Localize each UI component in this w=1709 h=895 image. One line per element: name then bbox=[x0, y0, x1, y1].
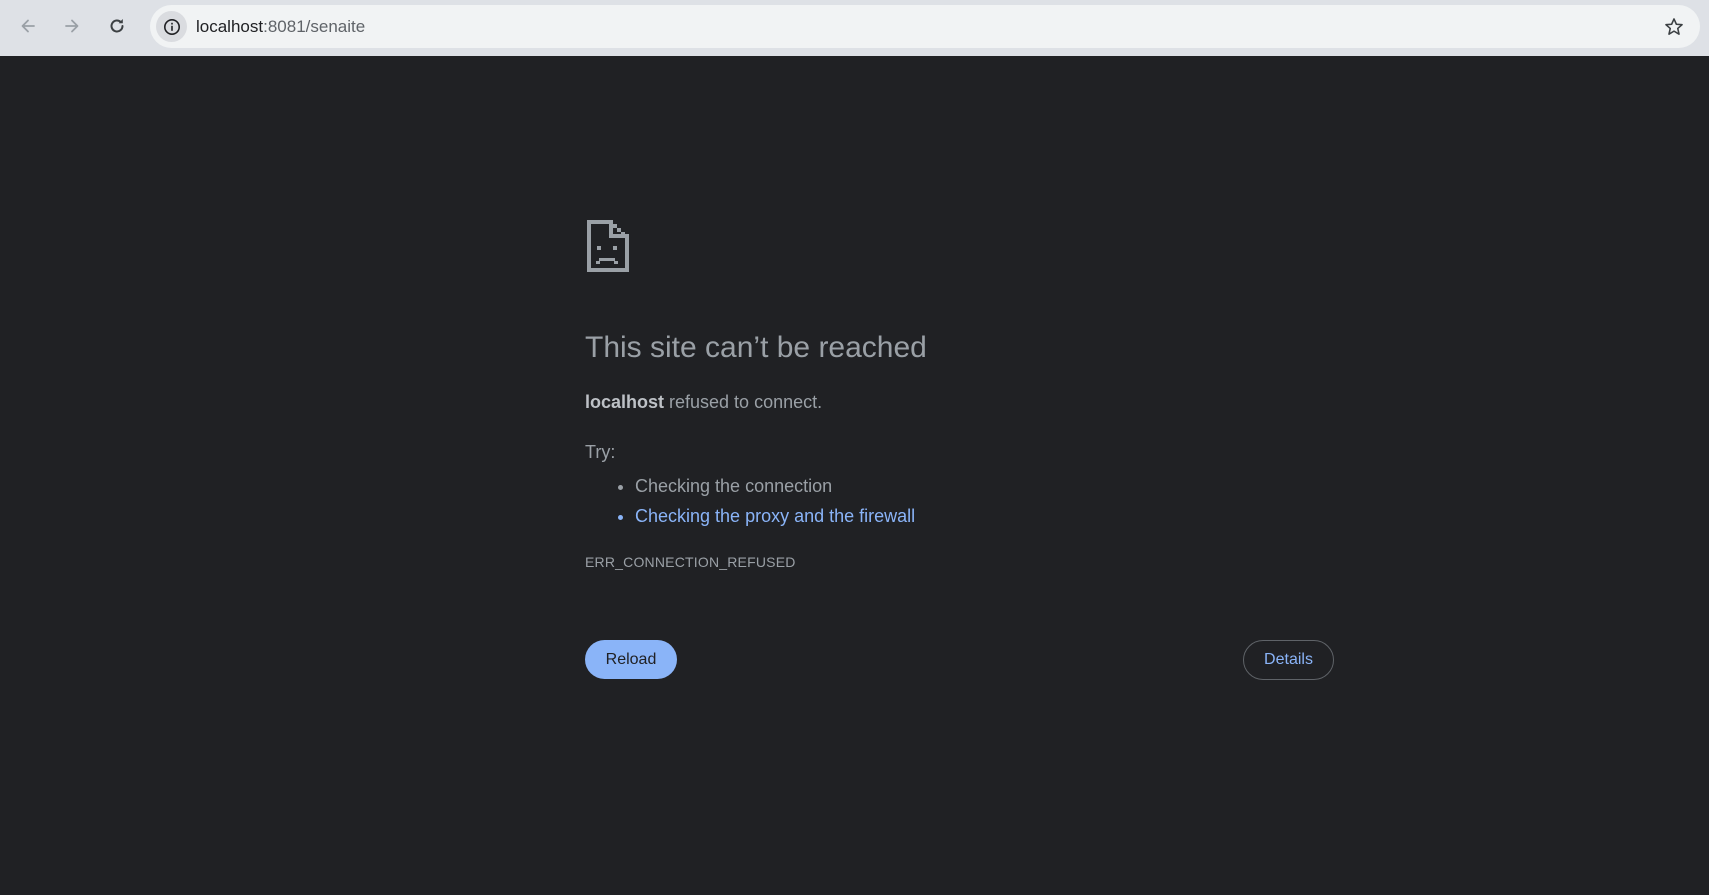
error-headline: This site can’t be reached bbox=[585, 331, 927, 364]
reload-button[interactable]: Reload bbox=[585, 640, 677, 679]
error-host: localhost bbox=[585, 392, 665, 412]
url-path: :8081/senaite bbox=[263, 17, 366, 36]
back-arrow-icon bbox=[21, 19, 35, 33]
error-summary-text: refused to connect. bbox=[664, 392, 823, 412]
url-text[interactable]: localhost:8081/senaite bbox=[196, 5, 365, 48]
forward-button[interactable] bbox=[52, 8, 92, 44]
error-code: ERR_CONNECTION_REFUSED bbox=[585, 554, 796, 570]
site-info-button[interactable] bbox=[156, 11, 187, 42]
star-icon bbox=[1665, 18, 1683, 35]
error-summary: localhost refused to connect. bbox=[585, 392, 822, 413]
forward-arrow-icon bbox=[65, 19, 79, 33]
details-button[interactable]: Details bbox=[1243, 640, 1334, 680]
browser-toolbar: localhost:8081/senaite bbox=[0, 0, 1709, 56]
try-label: Try: bbox=[585, 442, 616, 462]
back-button[interactable] bbox=[8, 8, 48, 44]
sad-document-icon bbox=[587, 220, 629, 272]
url-host: localhost bbox=[196, 17, 264, 36]
reload-page-button[interactable] bbox=[97, 8, 137, 44]
bookmark-button[interactable] bbox=[1662, 15, 1686, 39]
suggestion-check-proxy-firewall[interactable]: Checking the proxy and the firewall bbox=[635, 501, 915, 531]
suggestions-list: Checking the connection Checking the pro… bbox=[585, 471, 915, 531]
reload-icon bbox=[110, 19, 124, 33]
address-bar[interactable]: localhost:8081/senaite bbox=[150, 5, 1700, 48]
suggestion-check-connection: Checking the connection bbox=[635, 471, 915, 501]
info-icon bbox=[163, 18, 180, 35]
